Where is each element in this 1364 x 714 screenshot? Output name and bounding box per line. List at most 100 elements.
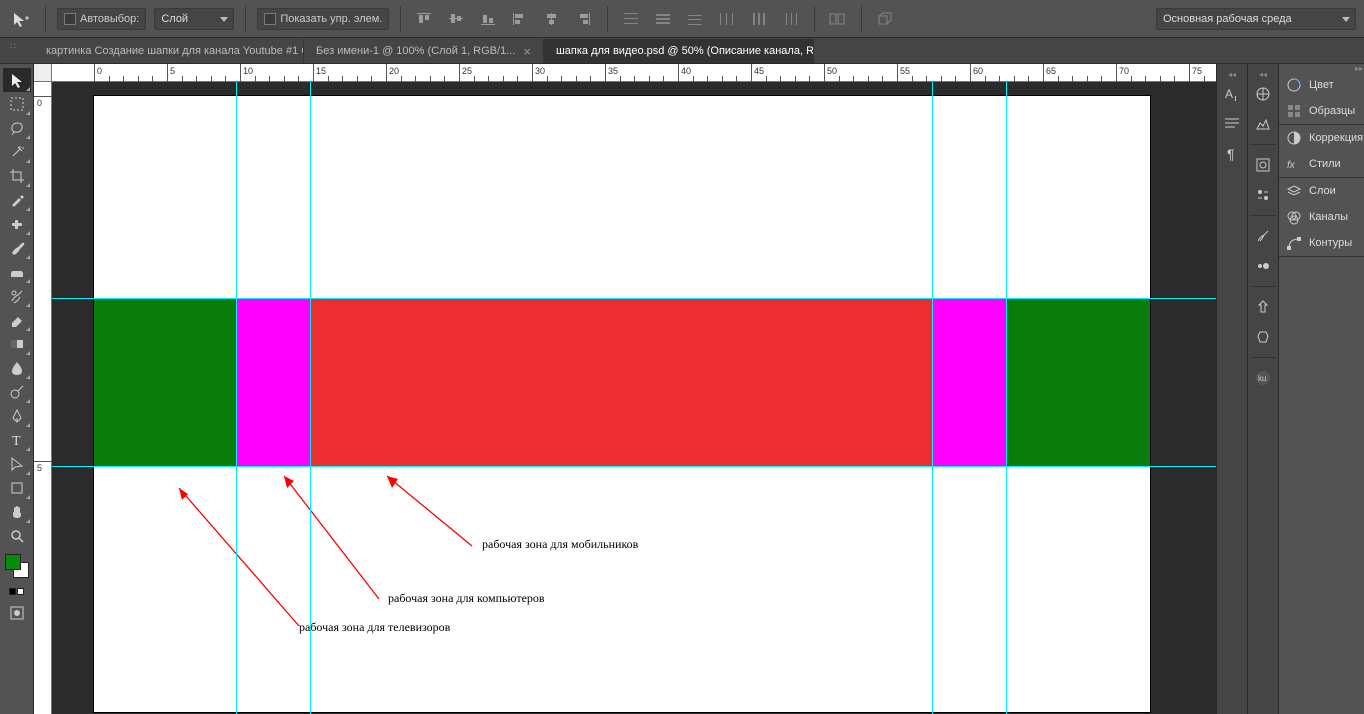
info-panel-icon[interactable] bbox=[1248, 151, 1278, 179]
dock-handle[interactable]: ◂◂ bbox=[1217, 70, 1247, 78]
show-transform-controls-checkbox[interactable]: Показать упр. элем. bbox=[257, 8, 389, 30]
align-vcenter-button[interactable] bbox=[444, 8, 468, 30]
channels-panel-tab[interactable]: Каналы bbox=[1279, 204, 1364, 230]
properties-panel-icon[interactable] bbox=[1248, 181, 1278, 209]
clone-stamp-tool[interactable] bbox=[3, 260, 31, 284]
adjustments-icon bbox=[1285, 130, 1303, 146]
path-selection-tool[interactable] bbox=[3, 452, 31, 476]
paths-icon bbox=[1285, 235, 1303, 251]
shape-tool[interactable] bbox=[3, 476, 31, 500]
layer-group-dropdown[interactable]: Слой bbox=[154, 8, 234, 30]
canvas-viewport[interactable]: рабочая зона для мобильников рабочая зон… bbox=[52, 82, 1216, 714]
lasso-tool[interactable] bbox=[3, 116, 31, 140]
dock-handle[interactable]: ◂◂ bbox=[1248, 70, 1278, 78]
document-tab[interactable]: картинка Создание шапки для канала Youtu… bbox=[34, 39, 304, 63]
separator bbox=[861, 6, 862, 32]
magic-wand-tool[interactable] bbox=[3, 140, 31, 164]
paragraph-panel-icon[interactable] bbox=[1217, 110, 1247, 138]
pen-tool[interactable] bbox=[3, 404, 31, 428]
color-swatches[interactable] bbox=[3, 554, 31, 584]
separator bbox=[245, 6, 246, 32]
zoom-tool[interactable] bbox=[3, 524, 31, 548]
default-colors-icon[interactable] bbox=[9, 588, 24, 595]
ruler-origin[interactable] bbox=[34, 64, 52, 82]
align-bottom-edges-button[interactable] bbox=[476, 8, 500, 30]
auto-align-button[interactable] bbox=[826, 8, 850, 30]
kuler-panel-icon[interactable]: ku bbox=[1248, 364, 1278, 392]
gradient-tool[interactable] bbox=[3, 332, 31, 356]
color-icon bbox=[1285, 77, 1303, 93]
canvas-region: 051015202530354045505560657075 05 рабоча… bbox=[34, 64, 1216, 714]
align-top-edges-button[interactable] bbox=[412, 8, 436, 30]
blur-tool[interactable] bbox=[3, 356, 31, 380]
adjustments-panel-tab[interactable]: Коррекция bbox=[1279, 125, 1364, 151]
brush-panel-icon[interactable] bbox=[1248, 222, 1278, 250]
actions-panel-icon[interactable] bbox=[1248, 293, 1278, 321]
styles-panel-tab[interactable]: fxСтили bbox=[1279, 151, 1364, 177]
main-area: T 051015202530354045505560657075 05 bbox=[0, 64, 1364, 714]
close-icon[interactable]: × bbox=[523, 44, 531, 59]
eraser-tool[interactable] bbox=[3, 308, 31, 332]
quick-mask-toggle[interactable] bbox=[3, 601, 31, 625]
separator bbox=[814, 6, 815, 32]
paragraph-styles-icon[interactable]: ¶ bbox=[1217, 140, 1247, 168]
history-brush-tool[interactable] bbox=[3, 284, 31, 308]
align-hcenter-button[interactable] bbox=[540, 8, 564, 30]
dock-handle[interactable]: ▸▸ bbox=[1279, 64, 1364, 72]
distribute-hcenter-button[interactable] bbox=[747, 8, 771, 30]
eyedropper-tool[interactable] bbox=[3, 188, 31, 212]
distribute-top-button[interactable] bbox=[619, 8, 643, 30]
svg-text:T: T bbox=[12, 434, 21, 448]
dodge-tool[interactable] bbox=[3, 380, 31, 404]
navigator-panel-icon[interactable] bbox=[1248, 80, 1278, 108]
distribute-bottom-button[interactable] bbox=[683, 8, 707, 30]
options-bar: Автовыбор: Слой Показать упр. элем. Осно… bbox=[0, 0, 1364, 38]
swatches-icon bbox=[1285, 103, 1303, 119]
channels-icon bbox=[1285, 209, 1303, 225]
document-tab[interactable]: Без имени-1 @ 100% (Слой 1, RGB/1...× bbox=[304, 39, 544, 63]
align-left-edges-button[interactable] bbox=[508, 8, 532, 30]
3d-mode-button[interactable] bbox=[873, 8, 897, 30]
hand-tool[interactable] bbox=[3, 500, 31, 524]
type-tool[interactable]: T bbox=[3, 428, 31, 452]
align-right-edges-button[interactable] bbox=[572, 8, 596, 30]
styles-icon: fx bbox=[1285, 156, 1303, 172]
layers-panel-tab[interactable]: Слои bbox=[1279, 178, 1364, 204]
toolbox-handle[interactable]: ∷ bbox=[10, 44, 20, 48]
document-tab-active[interactable]: шапка для видео.psd @ 50% (Описание кана… bbox=[544, 39, 814, 63]
right-panels-dock: ◂◂ A ¶ ◂◂ ku ▸▸ Цвет Образцы bbox=[1216, 64, 1364, 714]
desktop-zone-right bbox=[933, 298, 1007, 466]
toolbox: T bbox=[0, 64, 34, 714]
checkbox-icon bbox=[264, 13, 276, 25]
move-tool[interactable] bbox=[3, 68, 31, 92]
paths-panel-tab[interactable]: Контуры bbox=[1279, 230, 1364, 256]
crop-tool[interactable] bbox=[3, 164, 31, 188]
collapsed-panel-column-2: ◂◂ ku bbox=[1247, 64, 1278, 714]
tv-zone-right bbox=[1007, 298, 1150, 466]
horizontal-ruler[interactable]: 051015202530354045505560657075 bbox=[52, 64, 1216, 82]
annotation-mobile: рабочая зона для мобильников bbox=[482, 537, 638, 552]
histogram-panel-icon[interactable] bbox=[1248, 110, 1278, 138]
separator bbox=[45, 6, 46, 32]
workspace-dropdown[interactable]: Основная рабочая среда bbox=[1156, 8, 1356, 30]
brush-tool[interactable] bbox=[3, 236, 31, 260]
mobile-zone bbox=[311, 298, 933, 466]
brush-presets-icon[interactable] bbox=[1248, 252, 1278, 280]
tool-presets-icon[interactable] bbox=[1248, 323, 1278, 351]
vertical-ruler[interactable]: 05 bbox=[34, 82, 52, 714]
distribute-vcenter-button[interactable] bbox=[651, 8, 675, 30]
distribute-right-button[interactable] bbox=[779, 8, 803, 30]
auto-select-checkbox[interactable]: Автовыбор: bbox=[57, 8, 146, 30]
character-panel-icon[interactable]: A bbox=[1217, 80, 1247, 108]
swatches-panel-tab[interactable]: Образцы bbox=[1279, 98, 1364, 124]
annotation-tv: рабочая зона для телевизоров bbox=[299, 620, 450, 635]
show-controls-label: Показать упр. элем. bbox=[280, 13, 382, 25]
collapsed-panel-column-1: ◂◂ A ¶ bbox=[1216, 64, 1247, 714]
healing-brush-tool[interactable] bbox=[3, 212, 31, 236]
foreground-color-swatch[interactable] bbox=[5, 554, 21, 570]
desktop-zone-left bbox=[237, 298, 311, 466]
separator bbox=[400, 6, 401, 32]
color-panel-tab[interactable]: Цвет bbox=[1279, 72, 1364, 98]
marquee-tool[interactable] bbox=[3, 92, 31, 116]
distribute-left-button[interactable] bbox=[715, 8, 739, 30]
